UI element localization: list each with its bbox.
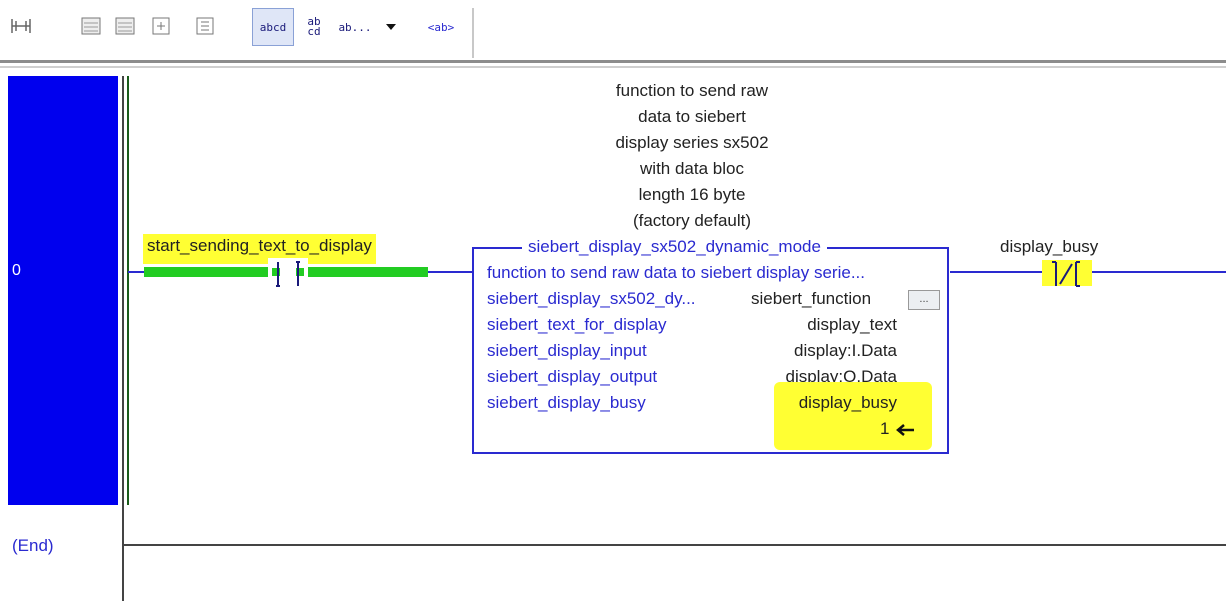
append-icon[interactable] (194, 15, 216, 37)
rung-comment: function to send raw data to siebert dis… (540, 78, 844, 234)
comment-line: function to send raw (615, 81, 769, 100)
aoi-param: siebert_text_for_display (487, 315, 667, 334)
arrow-left-icon (896, 424, 914, 436)
toolbar-divider-light (0, 66, 1226, 68)
insert-icon[interactable] (150, 15, 172, 37)
chevron-down-icon (386, 24, 396, 30)
ellipsis-button[interactable]: ... (908, 290, 940, 310)
tag-button[interactable]: <ab> (418, 8, 464, 46)
wrap-button[interactable]: ab cd (298, 8, 330, 46)
aoi-param: siebert_display_busy (487, 393, 646, 412)
busy-value: 1 (880, 419, 890, 438)
wrap-label: ab cd (307, 15, 321, 38)
end-rung-wire (124, 544, 1226, 546)
comment-line: display series sx502 (615, 133, 769, 152)
truncate-label: ab... (338, 20, 372, 34)
text-view-label: abcd (259, 20, 287, 34)
aoi-value[interactable]: display_text (807, 315, 897, 335)
comment-line: with data bloc (640, 159, 744, 178)
aoi-param: siebert_display_output (487, 367, 658, 386)
xic-contact-icon[interactable] (268, 258, 308, 290)
left-power-rail-energized (127, 76, 129, 505)
rung-edit-icon[interactable] (114, 15, 136, 37)
comment-line: data to siebert (638, 107, 746, 126)
toolbar-divider (0, 60, 1226, 63)
text-view-button[interactable]: abcd (252, 8, 294, 46)
rung-icon[interactable] (80, 15, 102, 37)
branch-icon[interactable] (10, 15, 32, 37)
xio-tag[interactable]: display_busy (1000, 237, 1098, 257)
xio-contact-icon[interactable] (1040, 258, 1092, 290)
aoi-value[interactable]: display_busy (799, 393, 897, 413)
tag-label: <ab> (427, 20, 455, 34)
aoi-description: function to send raw data to siebert dis… (487, 263, 865, 282)
xic-tag[interactable]: start_sending_text_to_display (143, 234, 376, 264)
left-power-rail (122, 76, 124, 601)
aoi-name[interactable]: siebert_display_sx502_dynamic_mode (522, 237, 827, 257)
truncate-button[interactable]: ab... (334, 8, 376, 46)
aoi-param: siebert_display_sx502_dy... (487, 289, 696, 308)
aoi-value[interactable]: siebert_function (751, 289, 871, 309)
comment-line: (factory default) (632, 211, 752, 230)
aoi-param: siebert_display_input (487, 341, 647, 360)
end-rung-label: (End) (12, 536, 54, 555)
rung-number: 0 (12, 262, 21, 279)
aoi-value[interactable]: display:I.Data (794, 341, 897, 361)
dropdown-button[interactable] (376, 8, 406, 46)
comment-line: length 16 byte (638, 185, 746, 204)
toolbar-separator (472, 8, 474, 58)
toolbar: abcd ab cd ab... <ab> (0, 0, 1226, 62)
rung-margin-selected[interactable] (8, 76, 118, 505)
